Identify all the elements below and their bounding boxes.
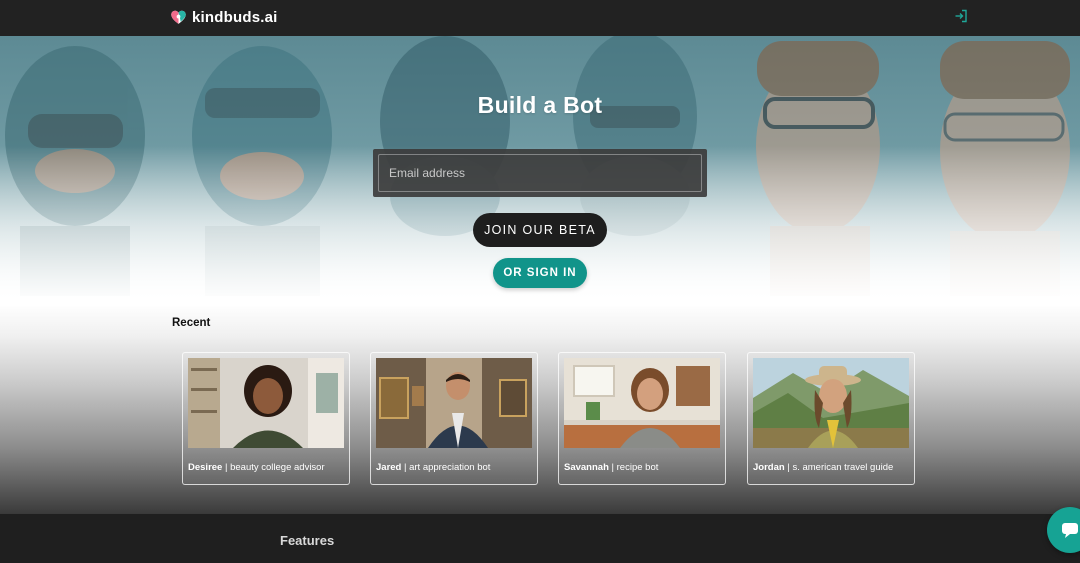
bot-caption: Jordan | s. american travel guide: [753, 462, 913, 473]
bot-photo: [376, 358, 532, 448]
bot-card-savannah[interactable]: Savannah | recipe bot: [558, 352, 726, 485]
bot-separator: |: [222, 462, 231, 473]
bot-role: recipe bot: [616, 462, 659, 473]
bot-role: art appreciation bot: [409, 462, 491, 473]
footer-section: Features: [0, 514, 1080, 563]
chat-bubble-icon: [1062, 523, 1078, 538]
bot-card-jordan[interactable]: Jordan | s. american travel guide: [747, 352, 915, 485]
heart-logo-icon: [171, 10, 186, 24]
join-beta-button[interactable]: JOIN OUR BETA: [473, 213, 607, 247]
bot-caption: Desiree | beauty college advisor: [188, 462, 348, 473]
brand[interactable]: kindbuds.ai: [170, 7, 278, 27]
email-input[interactable]: [378, 154, 702, 192]
bot-role: beauty college advisor: [230, 462, 325, 473]
bot-name: Jared: [376, 462, 402, 473]
email-field-container: [373, 149, 707, 197]
sign-in-button[interactable]: OR SIGN IN: [493, 258, 587, 288]
hero-title: Build a Bot: [477, 92, 603, 118]
main-section: Build a Bot JOIN OUR BETA OR SIGN IN Rec…: [0, 36, 1080, 514]
brand-name: kindbuds.ai: [192, 8, 278, 26]
login-icon[interactable]: [953, 8, 969, 24]
bot-card-jared[interactable]: Jared | art appreciation bot: [370, 352, 538, 485]
bot-separator: |: [401, 462, 410, 473]
bot-name: Jordan: [753, 462, 785, 473]
top-nav: kindbuds.ai: [0, 0, 1080, 36]
bot-role: s. american travel guide: [792, 462, 894, 473]
bot-photo: [564, 358, 720, 448]
bot-photo: [188, 358, 344, 448]
recent-section-title: Recent: [172, 317, 211, 329]
bot-caption: Jared | art appreciation bot: [376, 462, 536, 473]
bot-name: Desiree: [188, 462, 223, 473]
features-section-title: Features: [280, 533, 335, 548]
bot-name: Savannah: [564, 462, 609, 473]
bot-separator: |: [608, 462, 617, 473]
bot-photo: [753, 358, 909, 448]
bot-caption: Savannah | recipe bot: [564, 462, 724, 473]
bot-card-desiree[interactable]: Desiree | beauty college advisor: [182, 352, 350, 485]
